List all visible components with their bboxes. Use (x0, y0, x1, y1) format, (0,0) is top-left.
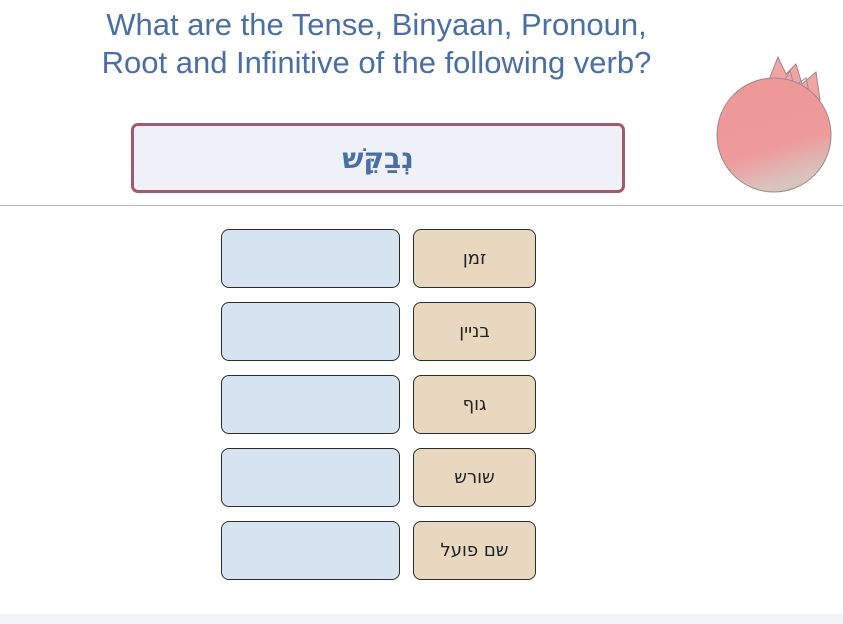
answer-field-tense[interactable] (221, 229, 400, 288)
answer-row-binyaan: בניין (221, 302, 537, 364)
label-pronoun: גוף (413, 375, 536, 434)
verb-text: נְבַקֵּשׁ (342, 141, 414, 175)
answer-row-pronoun: גוף (221, 375, 537, 437)
question-text: What are the Tense, Binyaan, Pronoun, Ro… (40, 6, 713, 82)
answer-row-infinitive: שם פועל (221, 521, 537, 583)
divider (0, 205, 843, 206)
label-root: שורש (413, 448, 536, 507)
answer-row-root: שורש (221, 448, 537, 510)
verb-display: נְבַקֵּשׁ (131, 123, 625, 193)
label-infinitive: שם פועל (413, 521, 536, 580)
question-line-2: Root and Infinitive of the following ver… (101, 45, 652, 80)
bottom-bar (0, 614, 843, 624)
answer-field-binyaan[interactable] (221, 302, 400, 361)
answer-field-infinitive[interactable] (221, 521, 400, 580)
question-line-1: What are the Tense, Binyaan, Pronoun, (106, 7, 647, 42)
answer-field-root[interactable] (221, 448, 400, 507)
answer-row-tense: זמן (221, 229, 537, 291)
pomegranate-icon (712, 52, 837, 197)
label-tense: זמן (413, 229, 536, 288)
answer-field-pronoun[interactable] (221, 375, 400, 434)
label-binyaan: בניין (413, 302, 536, 361)
quiz-page: What are the Tense, Binyaan, Pronoun, Ro… (0, 0, 843, 624)
